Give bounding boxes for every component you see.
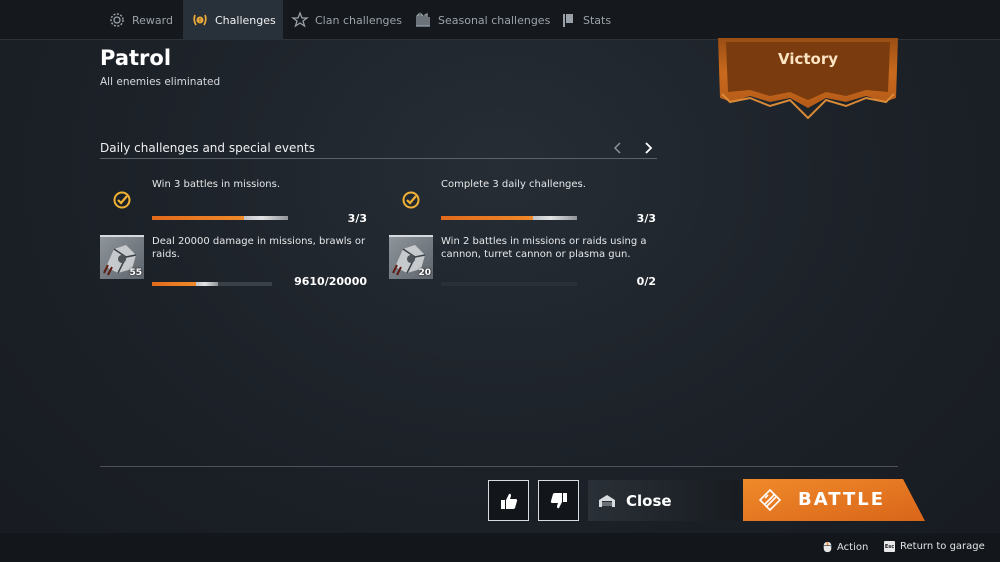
thumbs-down-icon	[550, 492, 567, 508]
tab-seasonal-challenges[interactable]: Seasonal challenges	[406, 0, 558, 40]
bottom-divider	[100, 466, 898, 467]
challenge-progress-count: 9610/20000	[294, 275, 367, 288]
section-title: Daily challenges and special events	[100, 141, 315, 155]
action-hint[interactable]: Action	[823, 541, 868, 553]
close-button[interactable]: Close	[588, 480, 739, 521]
challenge-progress-count: 3/3	[347, 212, 367, 225]
challenge-card: 55 Deal 20000 damage in missions, brawls…	[100, 235, 370, 291]
thumbs-up-icon	[500, 493, 517, 509]
tab-challenges[interactable]: ! Challenges	[183, 0, 283, 40]
tab-clan-challenges[interactable]: Clan challenges	[283, 0, 410, 40]
like-button[interactable]	[488, 480, 529, 521]
close-label: Close	[626, 491, 672, 510]
stats-flag-icon	[559, 11, 577, 29]
battle-label: BATTLE	[798, 489, 885, 510]
tab-stats[interactable]: Stats	[551, 0, 619, 40]
esc-key-icon: Esc	[884, 541, 895, 552]
laurel-medal-icon: !	[191, 11, 209, 29]
tab-label: Clan challenges	[315, 13, 403, 27]
battle-title: Patrol	[100, 46, 172, 70]
garage-icon	[598, 494, 616, 508]
tab-label: Stats	[583, 13, 612, 27]
svg-text:!: !	[199, 18, 201, 25]
section-divider	[100, 158, 657, 159]
chevron-right-icon	[645, 142, 653, 154]
challenge-card: 20 Win 2 battles in missions or raids us…	[389, 235, 659, 291]
challenge-card: Win 3 battles in missions. 3/3	[100, 178, 370, 234]
action-label: Action	[837, 541, 869, 553]
clan-badge-icon	[291, 11, 309, 29]
return-to-garage-hint[interactable]: Esc Return to garage	[884, 541, 985, 552]
completed-check-icon	[100, 178, 144, 222]
mouse-icon	[823, 541, 832, 553]
challenge-progress-bar	[441, 216, 577, 220]
battle-button[interactable]: BATTLE	[743, 479, 925, 521]
tab-label: Reward	[132, 13, 173, 27]
challenge-progress-count: 3/3	[636, 212, 656, 225]
item-level: 55	[129, 268, 142, 278]
completed-check-icon	[389, 178, 433, 222]
battle-subtitle: All enemies eliminated	[100, 76, 221, 88]
challenge-description: Complete 3 daily challenges.	[441, 179, 586, 190]
top-tab-bar: Reward ! Challenges Clan challenges Seas…	[0, 0, 1000, 40]
challenge-progress-bar	[152, 216, 288, 220]
item-level: 20	[418, 268, 431, 278]
challenge-description: Win 3 battles in missions.	[152, 179, 280, 190]
chevron-left-icon	[613, 142, 621, 154]
weapon-part-icon: 55	[100, 235, 144, 279]
weapon-part-icon: 20	[389, 235, 433, 279]
challenge-progress-count: 0/2	[636, 275, 656, 288]
challenge-progress-bar	[441, 282, 577, 286]
tab-label: Challenges	[215, 13, 276, 27]
prev-page-button[interactable]	[610, 139, 626, 157]
victory-label: Victory	[777, 50, 839, 68]
next-page-button[interactable]	[640, 139, 656, 157]
return-label: Return to garage	[900, 541, 985, 552]
challenge-description: Win 2 battles in missions or raids using…	[441, 236, 647, 260]
battle-emblem-icon	[759, 489, 781, 511]
tab-label: Seasonal challenges	[438, 13, 551, 27]
challenge-card: Complete 3 daily challenges. 3/3	[389, 178, 659, 234]
dislike-button[interactable]	[538, 480, 579, 521]
gear-reward-icon	[108, 11, 126, 29]
challenge-progress-bar	[152, 282, 272, 286]
seasonal-icon	[414, 11, 432, 29]
challenge-description: Deal 20000 damage in missions, brawls or…	[152, 236, 366, 260]
tab-reward[interactable]: Reward	[100, 0, 181, 40]
